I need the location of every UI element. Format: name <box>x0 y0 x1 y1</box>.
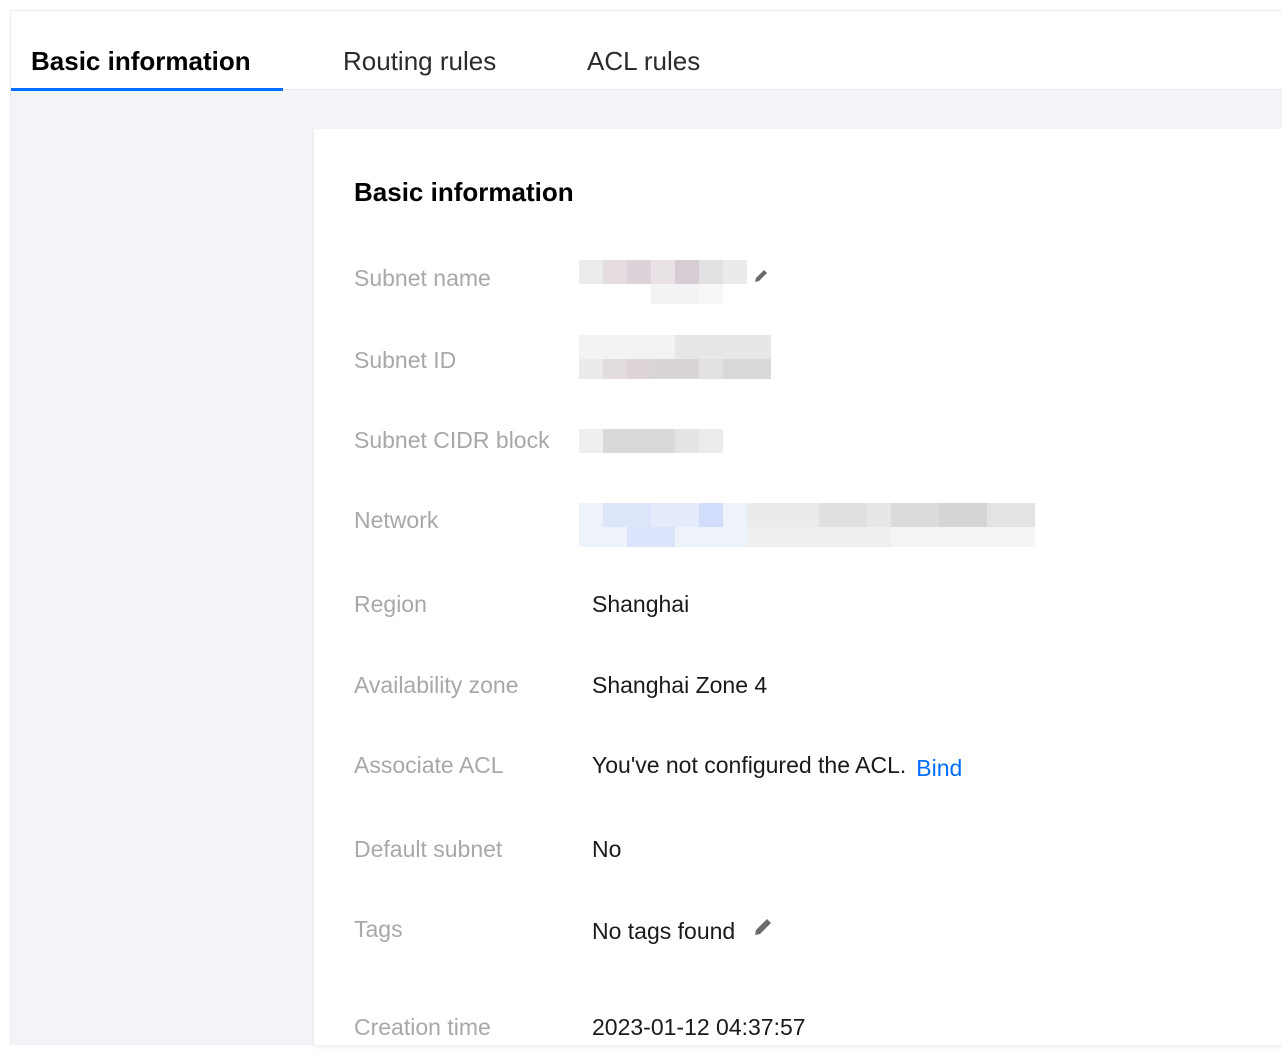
region-value: Shanghai <box>592 591 690 617</box>
subnet-cidr-block-value <box>579 429 723 459</box>
region-label: Region <box>354 591 427 617</box>
default-subnet-label: Default subnet <box>354 836 503 862</box>
detail-frame: Basic information Routing rules ACL rule… <box>10 10 1282 1045</box>
subnet-name-label: Subnet name <box>354 265 491 291</box>
redacted-cidr-block <box>579 429 723 453</box>
redacted-subnet-name <box>579 260 751 306</box>
pencil-icon[interactable] <box>752 916 774 944</box>
tab-routing-rules[interactable]: Routing rules <box>343 11 496 89</box>
tab-acl-rules[interactable]: ACL rules <box>587 11 700 89</box>
subnet-id-label: Subnet ID <box>354 347 457 373</box>
section-title: Basic information <box>354 177 574 207</box>
tab-acl-rules-label: ACL rules <box>587 46 701 76</box>
basic-information-card: Basic information Subnet name Subnet ID … <box>314 129 1282 1045</box>
row-creation-time: Creation time 2023-01-12 04:37:57 <box>354 1014 1282 1054</box>
associate-acl-text: You've not configured the ACL. <box>592 752 907 778</box>
tags-label: Tags <box>354 916 403 942</box>
network-value <box>579 503 1035 553</box>
tags-text: No tags found <box>592 918 736 944</box>
bind-acl-link[interactable]: Bind <box>916 755 962 781</box>
tab-bar: Basic information Routing rules ACL rule… <box>11 11 1282 91</box>
redacted-subnet-id <box>579 335 771 381</box>
availability-zone-label: Availability zone <box>354 672 519 698</box>
availability-zone-value: Shanghai Zone 4 <box>592 672 768 698</box>
row-region: Region Shanghai <box>354 591 1282 631</box>
redacted-network <box>579 503 1035 547</box>
tab-basic-information[interactable]: Basic information <box>11 11 283 91</box>
tags-value: No tags found <box>592 918 774 947</box>
row-network: Network <box>354 503 1282 547</box>
tab-basic-information-label: Basic information <box>31 46 251 76</box>
subnet-cidr-block-label: Subnet CIDR block <box>354 427 550 453</box>
pencil-icon[interactable] <box>752 264 770 291</box>
active-tab-indicator <box>11 88 283 91</box>
associate-acl-value: You've not configured the ACL. Bind <box>592 752 962 781</box>
associate-acl-label: Associate ACL <box>354 752 504 778</box>
subnet-name-value <box>579 260 767 312</box>
network-label: Network <box>354 507 439 533</box>
creation-time-label: Creation time <box>354 1014 491 1040</box>
creation-time-value: 2023-01-12 04:37:57 <box>592 1014 806 1040</box>
subnet-id-value <box>579 335 771 387</box>
row-associate-acl: Associate ACL You've not configured the … <box>354 752 1282 792</box>
row-subnet-id: Subnet ID <box>354 335 1282 387</box>
row-subnet-name: Subnet name <box>354 260 1282 305</box>
row-subnet-cidr-block: Subnet CIDR block <box>354 427 1282 467</box>
row-availability-zone: Availability zone Shanghai Zone 4 <box>354 672 1282 712</box>
row-tags: Tags No tags found <box>354 916 1282 956</box>
default-subnet-value: No <box>592 836 622 862</box>
row-default-subnet: Default subnet No <box>354 836 1282 876</box>
tab-routing-rules-label: Routing rules <box>343 46 497 76</box>
